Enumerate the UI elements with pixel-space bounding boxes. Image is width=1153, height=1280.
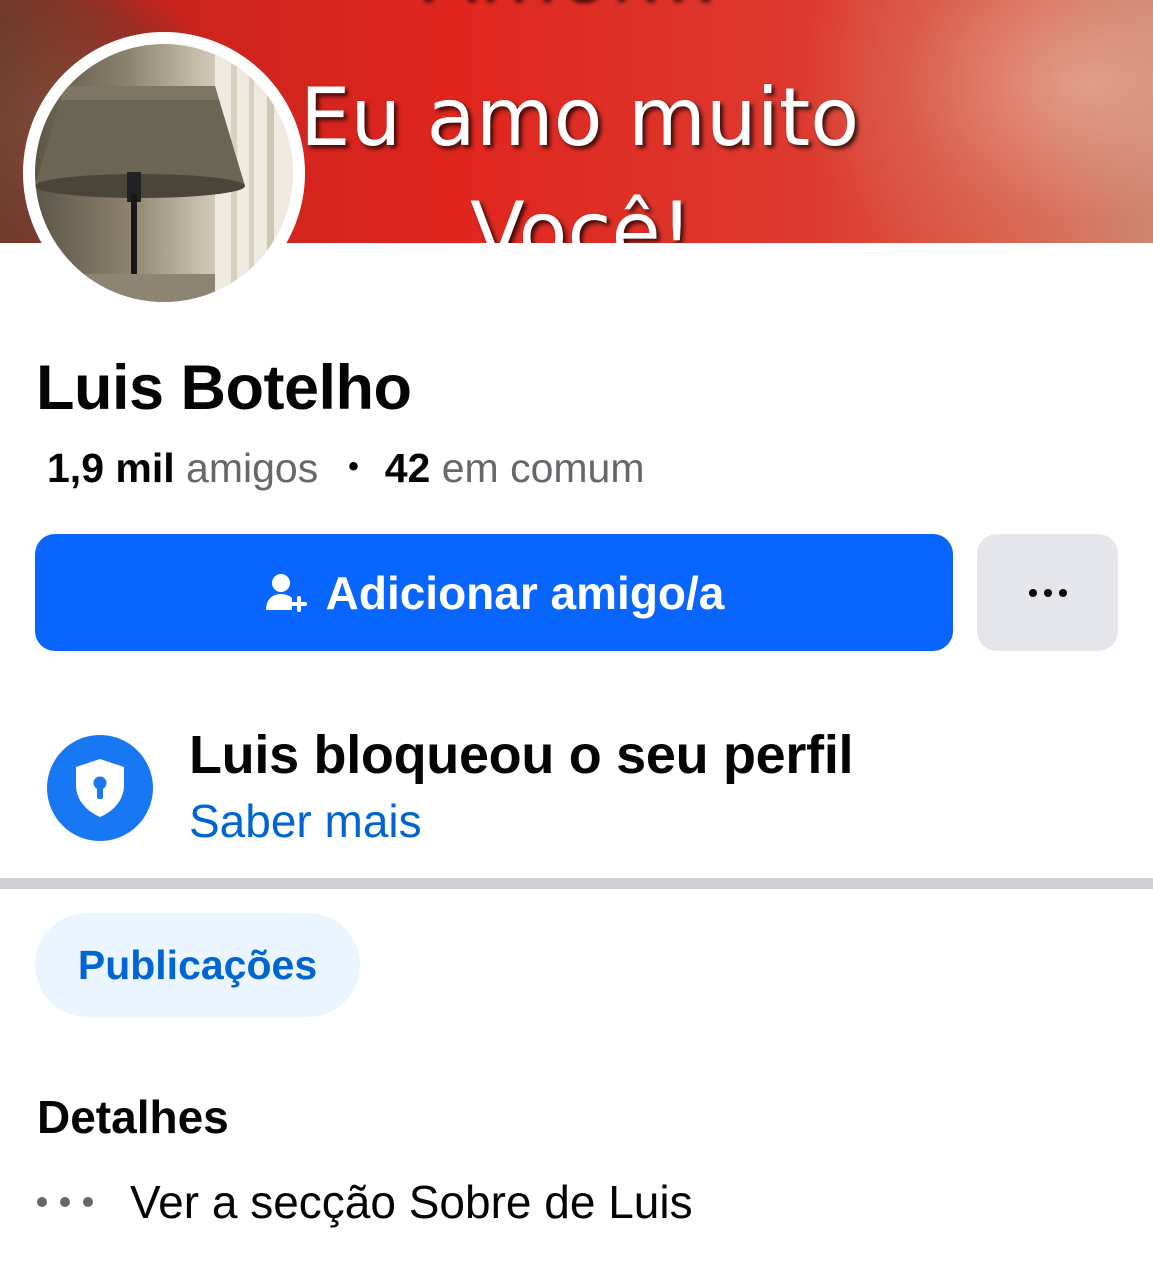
ellipsis-icon — [37, 1197, 93, 1207]
avatar-photo — [35, 44, 293, 302]
add-friend-button[interactable]: Adicionar amigo/a — [35, 534, 953, 651]
details-heading: Detalhes — [37, 1091, 229, 1143]
ellipsis-icon — [1028, 588, 1067, 597]
friends-label: amigos — [186, 445, 319, 491]
friends-count: 1,9 mil — [47, 445, 175, 491]
cover-text-middle: Eu amo muito — [300, 71, 860, 164]
learn-more-link[interactable]: Saber mais — [189, 794, 422, 848]
profile-avatar[interactable] — [23, 32, 305, 314]
about-link-label: Ver a secção Sobre de Luis — [130, 1176, 693, 1228]
stats-separator: • — [348, 450, 359, 484]
tab-posts[interactable]: Publicações — [35, 913, 360, 1017]
about-section-link[interactable]: Ver a secção Sobre de Luis — [37, 1170, 693, 1234]
locked-profile-title: Luis bloqueou o seu perfil — [189, 725, 854, 785]
mutual-count: 42 — [384, 445, 431, 491]
friend-stats[interactable]: 1,9 mil amigos • 42 em comum — [47, 445, 645, 492]
add-friend-label: Adicionar amigo/a — [325, 566, 725, 619]
cover-text-top: Amor... — [420, 0, 717, 22]
section-divider — [0, 878, 1153, 889]
cover-text-bottom: Você! — [470, 185, 693, 243]
profile-name: Luis Botelho — [36, 353, 412, 423]
shield-lock-icon — [47, 735, 153, 841]
mutual-label: em comum — [441, 445, 645, 491]
floor-lamp-image — [35, 44, 293, 302]
cover-photo-text: Amor... Eu amo muito Você! — [300, 0, 1000, 243]
more-options-button[interactable] — [977, 534, 1118, 651]
add-friend-icon — [264, 570, 310, 616]
